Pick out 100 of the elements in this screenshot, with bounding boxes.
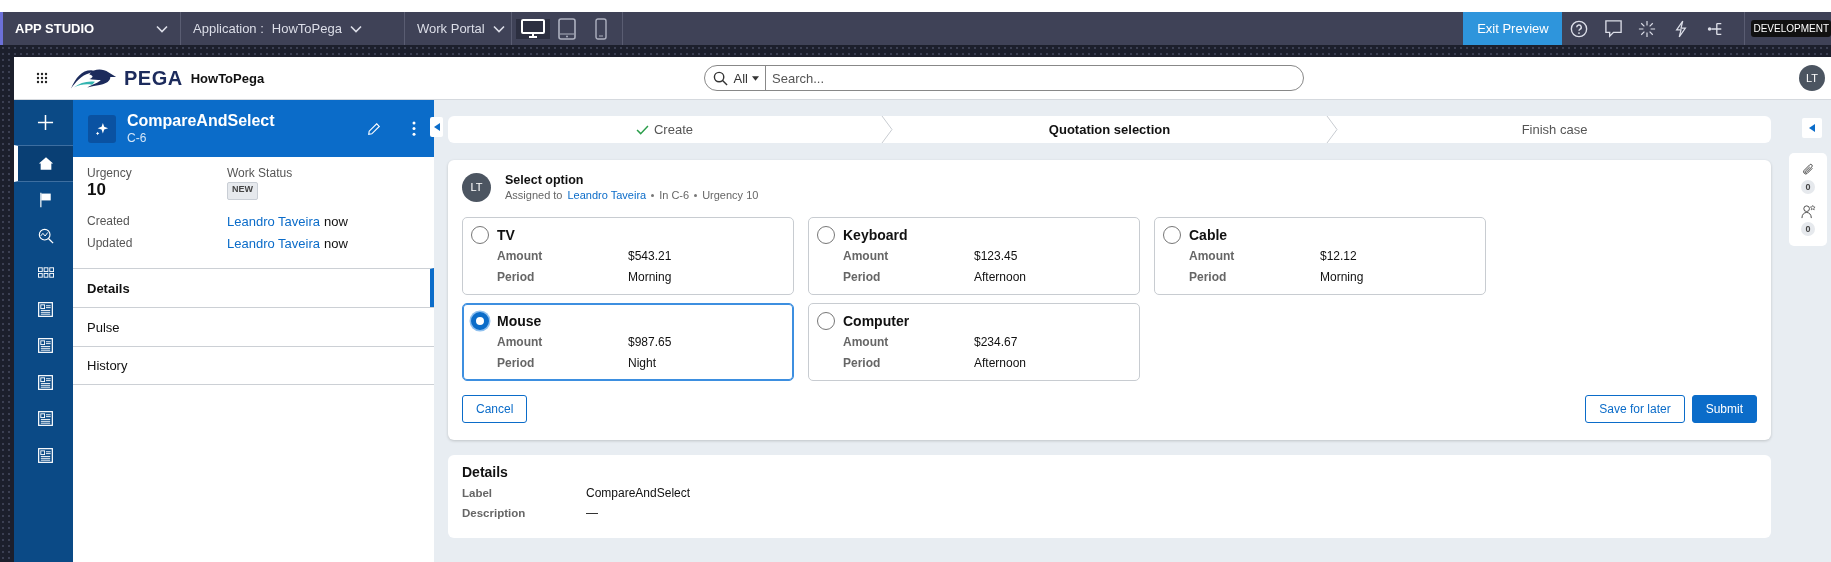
caret-down-icon [752, 75, 759, 81]
chevron-down-icon [349, 24, 362, 33]
option-name: Cable [1189, 226, 1229, 245]
field-label: Amount [843, 334, 890, 351]
assignment-title: Select option [505, 173, 585, 187]
assignee-link[interactable]: Leandro Taveira [567, 189, 647, 201]
home-icon [37, 155, 54, 171]
lightning-icon [1674, 19, 1689, 38]
user-link[interactable]: Leandro Taveira [227, 235, 320, 251]
field-label: Period [843, 355, 882, 372]
document-icon [38, 411, 53, 427]
urgency-value: 10 [87, 180, 107, 200]
radio-button[interactable] [817, 226, 835, 244]
field-value: Night [628, 355, 657, 372]
device-preview-button[interactable] [516, 18, 550, 39]
count-badge: 0 [1801, 180, 1815, 194]
radio-button[interactable] [817, 312, 835, 330]
field-value: Afternoon [974, 355, 1028, 372]
option-name: Keyboard [843, 226, 909, 245]
field-label: Amount [497, 248, 544, 265]
home-button[interactable] [14, 145, 73, 182]
case-tab[interactable]: History [73, 346, 434, 385]
grid-dots-icon [36, 72, 48, 84]
field-label: Period [843, 269, 882, 286]
radio-button[interactable] [471, 226, 489, 244]
count-badge: 0 [1801, 222, 1815, 236]
app-menu-label: APP STUDIO [15, 21, 95, 36]
field-label: Description [462, 506, 527, 521]
field-value: $12.12 [1320, 248, 1358, 265]
option-card[interactable]: Mouse Amount $987.65 Period Night [462, 303, 794, 381]
document-icon [38, 301, 53, 317]
user-link[interactable]: Leandro Taveira [227, 213, 320, 229]
field-label: Urgency [87, 166, 133, 180]
radio-button[interactable] [1163, 226, 1181, 244]
save-button[interactable]: Save for later [1585, 395, 1685, 423]
brand-name: PEGA [124, 66, 183, 90]
field-label: Label [462, 486, 494, 501]
assignment-meta: Assigned to Leandro Taveira In C-6 Urgency 10 [505, 189, 759, 201]
portal-name: Work Portal [417, 21, 485, 36]
document-icon [38, 447, 53, 463]
submit-button[interactable]: Submit [1691, 395, 1757, 423]
field-value: Morning [1320, 269, 1365, 286]
user-avatar[interactable]: LT [1799, 65, 1825, 91]
option-name: Mouse [497, 312, 543, 331]
field-value: Afternoon [974, 269, 1028, 286]
field-label: Period [1189, 269, 1228, 286]
option-card[interactable]: Cable Amount $12.12 Period Morning [1154, 217, 1486, 295]
cancel-button[interactable]: Cancel [462, 395, 528, 423]
attachments-button[interactable]: 0 [1801, 163, 1815, 194]
paperclip-icon [1801, 163, 1815, 177]
field-label: Amount [497, 334, 544, 351]
radio-button[interactable] [471, 312, 489, 330]
field-label: Amount [1189, 248, 1236, 265]
option-name: TV [497, 226, 516, 245]
chat-icon [1603, 19, 1623, 38]
field-label: Period [497, 269, 536, 286]
case-id: C-6 [127, 131, 148, 145]
stage-divider-icon [1326, 116, 1338, 143]
collapse-button[interactable] [430, 117, 443, 137]
field-label: Updated [87, 235, 134, 252]
chevron-down-icon [156, 24, 168, 33]
monitor-icon [521, 18, 545, 39]
followers-button[interactable]: 0 [1800, 204, 1816, 236]
chevron-down-icon [492, 24, 505, 33]
plus-icon [37, 114, 54, 131]
field-value: $123.45 [974, 248, 1019, 265]
option-name: Computer [843, 312, 911, 331]
help-icon [1570, 19, 1589, 38]
caret-left-icon [1809, 124, 1815, 132]
search-filter-dropdown[interactable]: All [727, 66, 766, 90]
field-value: — [586, 505, 599, 522]
app-name: HowToPega [190, 70, 265, 86]
stage-divider-icon [881, 116, 893, 143]
field-value: Morning [628, 269, 673, 286]
status-badge: NEW [227, 182, 258, 200]
application-label: Application : [193, 21, 264, 36]
field-value: $987.65 [628, 334, 673, 351]
case-tab[interactable]: Details [73, 268, 434, 307]
option-card[interactable]: Computer Amount $234.67 Period Afternoon [808, 303, 1140, 381]
section-title: Details [462, 464, 509, 480]
assignee-avatar: LT [462, 172, 491, 202]
field-label: Period [497, 355, 536, 372]
time-text: now [324, 213, 348, 229]
case-title: CompareAndSelect [127, 112, 276, 130]
field-label: Amount [843, 248, 890, 265]
document-icon [38, 338, 53, 354]
pencil-icon [367, 121, 381, 136]
option-card[interactable]: TV Amount $543.21 Period Morning [462, 217, 794, 295]
application-name: HowToPega [271, 21, 342, 36]
time-text: now [324, 235, 348, 251]
tablet-icon [558, 17, 576, 40]
field-value: $234.67 [974, 334, 1019, 351]
person-star-icon [1800, 204, 1816, 219]
option-card[interactable]: Keyboard Amount $123.45 Period Afternoon [808, 217, 1140, 295]
kebab-icon [412, 121, 416, 136]
expand-button[interactable] [1802, 118, 1822, 138]
stage-step: Create [448, 116, 881, 143]
stage-step: Finish case [1338, 116, 1771, 143]
field-label: Created [87, 213, 131, 230]
sparkle-icon [95, 121, 109, 136]
